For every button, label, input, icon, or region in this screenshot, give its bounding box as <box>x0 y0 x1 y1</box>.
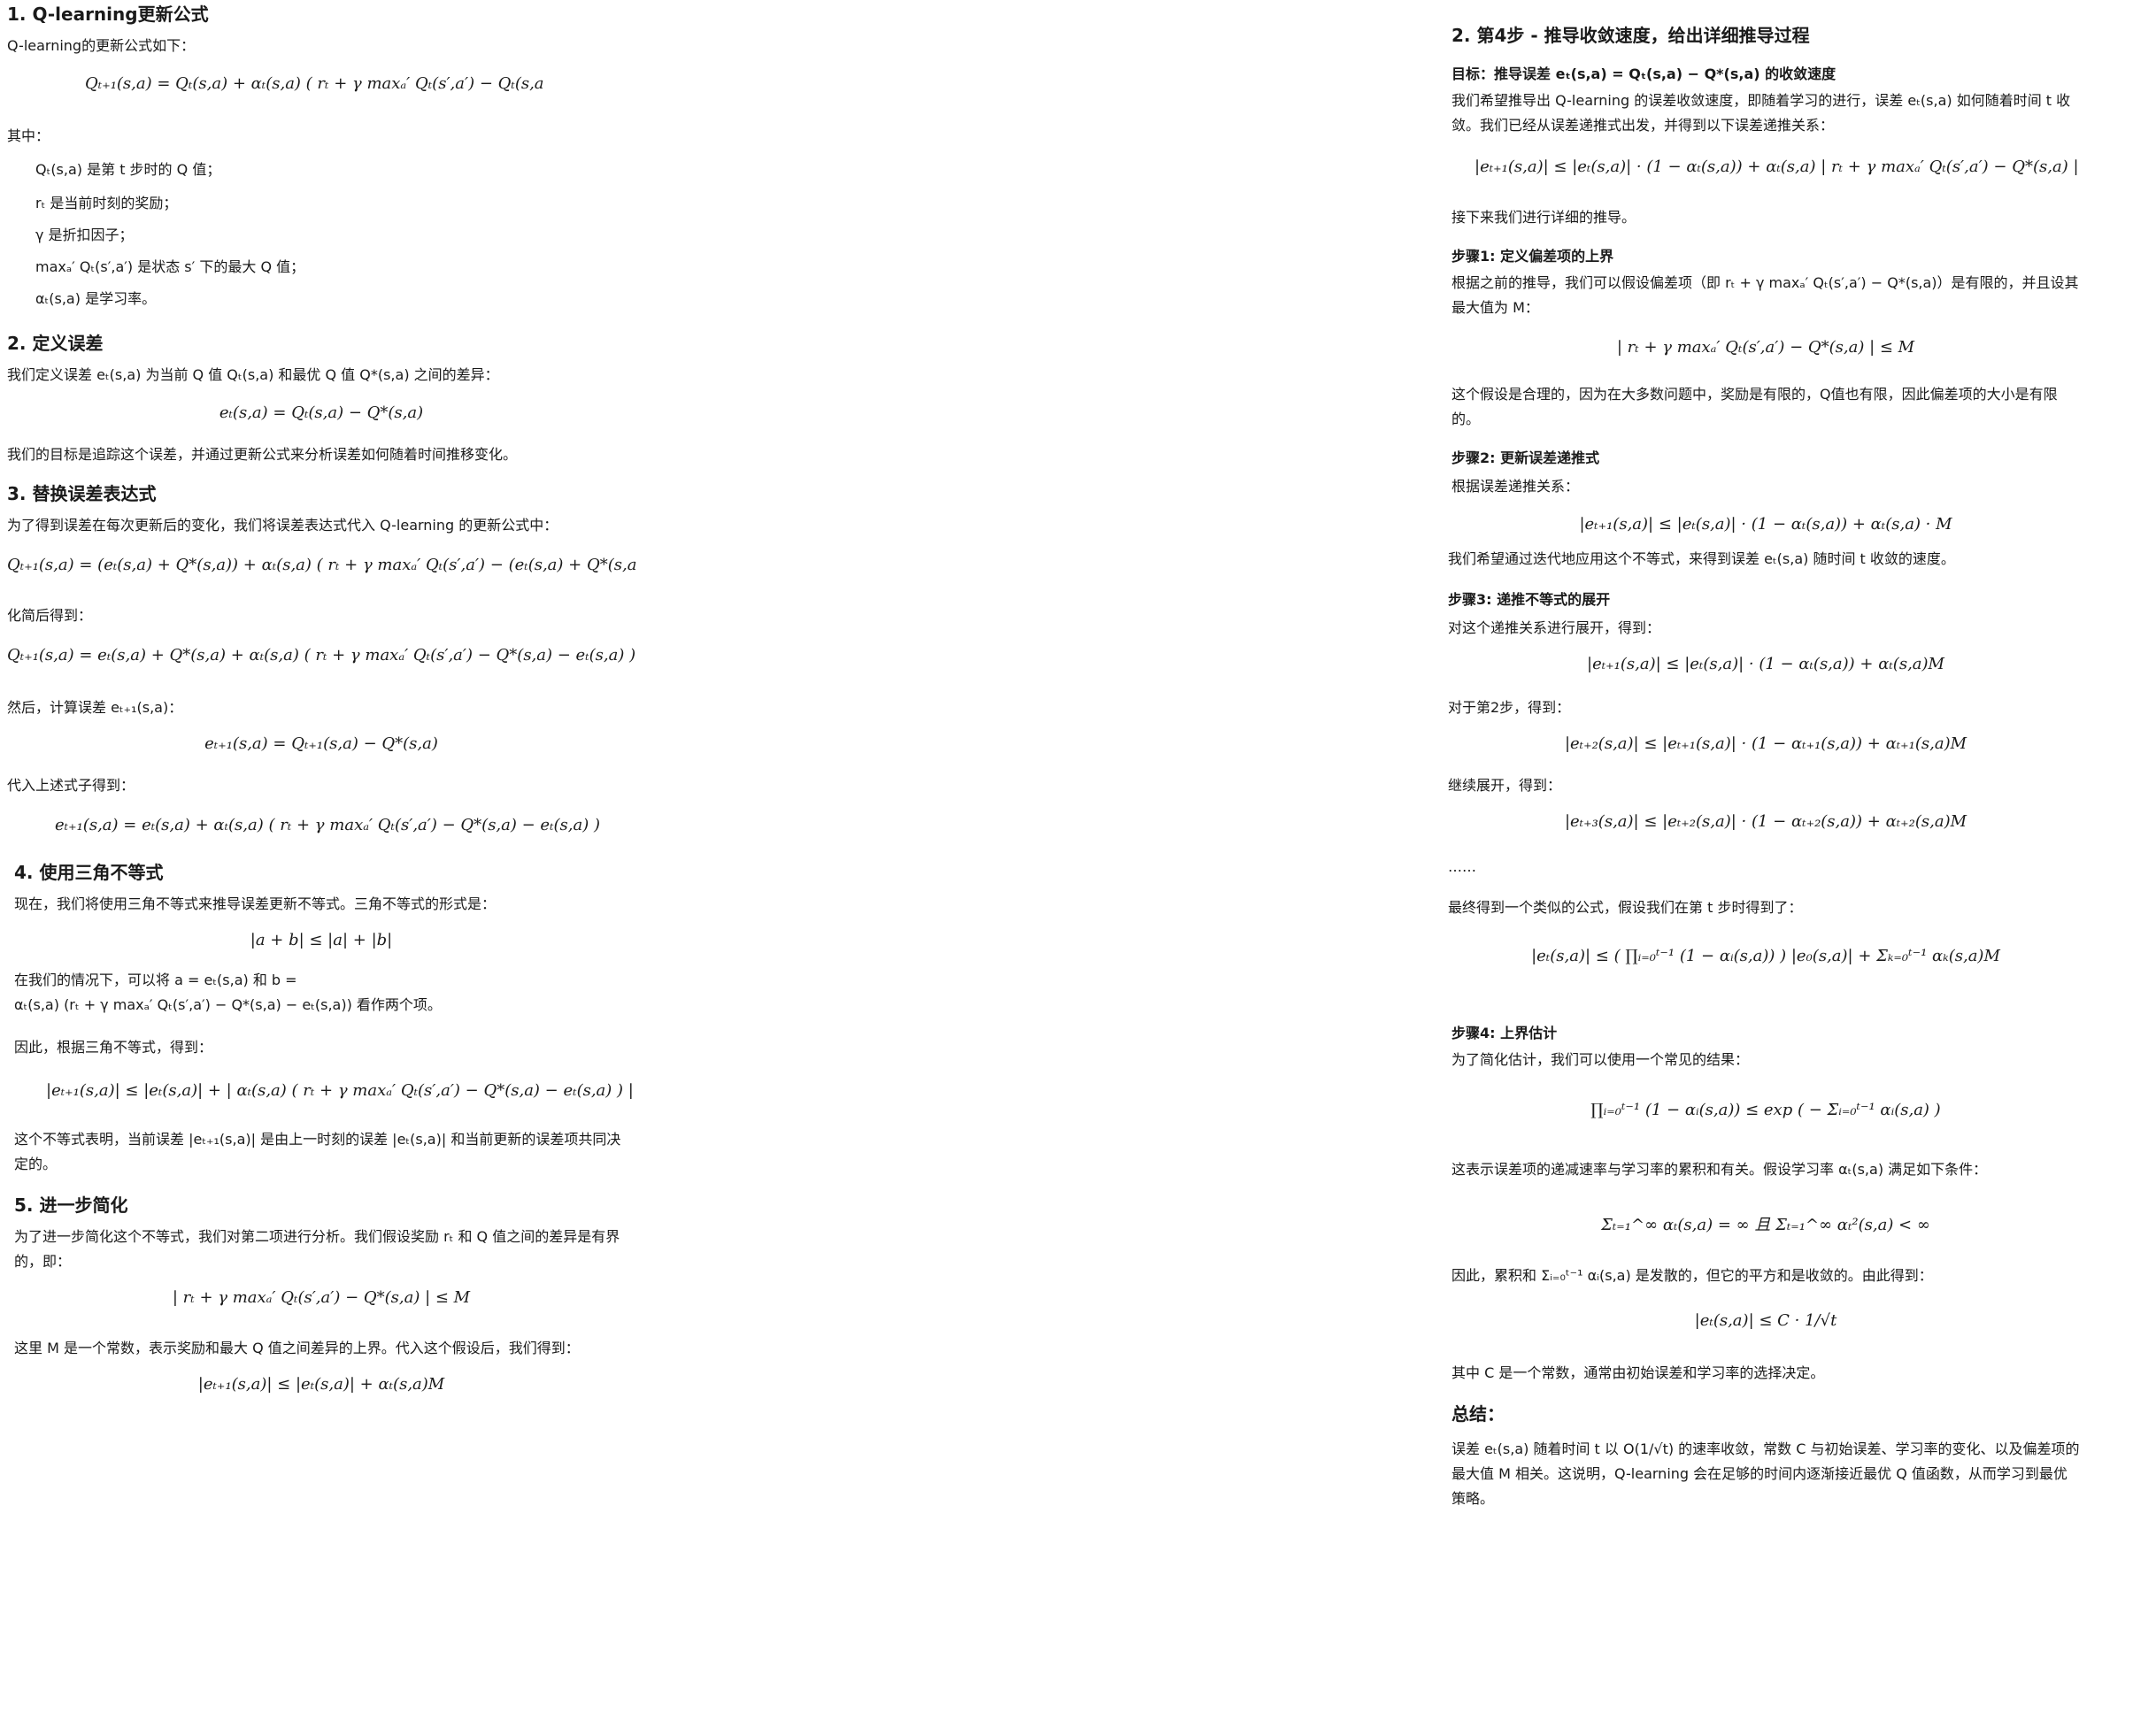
definition-item: rₜ 是当前时刻的奖励； <box>35 195 178 211</box>
step-2-title: 步骤2: 更新误差递推式 <box>1451 449 1600 466</box>
step-3-text: 对这个递推关系进行展开，得到： <box>1448 619 1661 636</box>
goal-line: 目标：推导误差 eₜ(s,a) = Qₜ(s,a) − Q*(s,a) 的收敛速… <box>1451 65 1836 82</box>
section-4-text2b: αₜ(s,a) (rₜ + γ maxₐ′ Qₜ(s′,a′) − Q*(s,a… <box>14 996 442 1013</box>
section-2-title: 2. 定义误差 <box>7 333 104 354</box>
section-5-text: 为了进一步简化这个不等式，我们对第二项进行分析。我们假设奖励 rₜ 和 Q 值之… <box>14 1228 620 1270</box>
definition-item: Qₜ(s,a) 是第 t 步时的 Q 值； <box>35 161 221 178</box>
step-1-title: 步骤1: 定义偏差项的上界 <box>1451 248 1614 265</box>
step-2-text: 根据误差递推关系： <box>1451 478 1580 495</box>
step-3-text2: 对于第2步，得到： <box>1448 699 1571 716</box>
step-4-title: 步骤4: 上界估计 <box>1451 1025 1558 1041</box>
step-1-text2: 这个假设是合理的，因为在大多数问题中，奖励是有限的，Q值也有限，因此偏差项的大小… <box>1451 386 2058 427</box>
section-5-text2: 这里 M 是一个常数，表示奖励和最大 Q 值之间差异的上界。代入这个假设后，我们… <box>14 1340 580 1356</box>
section-4-title: 4. 使用三角不等式 <box>14 862 164 883</box>
section-3-text2: 化简后得到： <box>7 607 93 624</box>
expansion-formula-2: |eₜ₊₂(s,a)| ≤ |eₜ₊₁(s,a)| · (1 − αₜ₊₁(s,… <box>1564 734 1967 753</box>
general-bound-formula: |eₜ(s,a)| ≤ ( ∏ᵢ₌₀ᵗ⁻¹ (1 − αᵢ(s,a)) ) |e… <box>1531 947 2000 965</box>
section-2-text: 我们定义误差 eₜ(s,a) 为当前 Q 值 Qₜ(s,a) 和最优 Q 值 Q… <box>7 366 499 383</box>
error-recursion-formula: eₜ₊₁(s,a) = eₜ(s,a) + αₜ(s,a) ( rₜ + γ m… <box>55 816 600 834</box>
section-1-title: 1. Q-learning更新公式 <box>7 4 209 25</box>
section-3-text3: 然后，计算误差 eₜ₊₁(s,a)： <box>7 699 183 716</box>
convergence-title: 2. 第4步 - 推导收敛速度，给出详细推导过程 <box>1451 25 1810 46</box>
simplified-inequality-formula: |eₜ₊₁(s,a)| ≤ |eₜ(s,a)| + αₜ(s,a)M <box>197 1375 445 1394</box>
section-3-text4: 代入上述式子得到： <box>7 777 135 794</box>
section-3-text: 为了得到误差在每次更新后的变化，我们将误差表达式代入 Q-learning 的更… <box>7 517 558 534</box>
step-4-text: 为了简化估计，我们可以使用一个常见的结果： <box>1451 1051 1750 1068</box>
step-2-text2: 我们希望通过迭代地应用这个不等式，来得到误差 eₜ(s,a) 随时间 t 收敛的… <box>1448 550 1955 567</box>
triangle-applied-formula: |eₜ₊₁(s,a)| ≤ |eₜ(s,a)| + | αₜ(s,a) ( rₜ… <box>46 1081 634 1100</box>
step-4-text2: 这表示误差项的递减速率与学习率的累积和有关。假设学习率 αₜ(s,a) 满足如下… <box>1451 1161 1988 1178</box>
product-exp-bound-formula: ∏ᵢ₌₀ᵗ⁻¹ (1 − αᵢ(s,a)) ≤ exp ( − Σᵢ₌₀ᵗ⁻¹ … <box>1590 1101 1941 1119</box>
where-label: 其中： <box>7 127 50 144</box>
section-2-text2: 我们的目标是追踪这个误差，并通过更新公式来分析误差如何随着时间推移变化。 <box>7 446 518 463</box>
section-3-title: 3. 替换误差表达式 <box>7 483 157 504</box>
section-4-text4: 这个不等式表明，当前误差 |eₜ₊₁(s,a)| 是由上一时刻的误差 |eₜ(s… <box>14 1131 621 1172</box>
next-error-formula: eₜ₊₁(s,a) = Qₜ₊₁(s,a) − Q*(s,a) <box>204 734 438 753</box>
summary-title: 总结： <box>1451 1403 1505 1425</box>
definition-item: αₜ(s,a) 是学习率。 <box>35 290 157 307</box>
recursion-inequality-formula: |eₜ₊₁(s,a)| ≤ |eₜ(s,a)| · (1 − αₜ(s,a)) … <box>1475 157 2079 176</box>
qlearning-update-formula: Qₜ₊₁(s,a) = Qₜ(s,a) + αₜ(s,a) ( rₜ + γ m… <box>85 74 544 93</box>
step-3-title: 步骤3: 递推不等式的展开 <box>1448 591 1611 608</box>
summary-text: 误差 eₜ(s,a) 随着时间 t 以 O(1/√t) 的速率收敛，常数 C 与… <box>1451 1440 2080 1507</box>
step-4-text3: 因此，累积和 Σᵢ₌₀ᵗ⁻¹ αᵢ(s,a) 是发散的，但它的平方和是收敛的。由… <box>1451 1267 1933 1284</box>
expansion-formula-3: |eₜ₊₃(s,a)| ≤ |eₜ₊₂(s,a)| · (1 − αₜ₊₂(s,… <box>1564 812 1967 831</box>
section-1-intro: Q-learning的更新公式如下： <box>7 37 196 54</box>
step-3-text4: 最终得到一个类似的公式，假设我们在第 t 步时得到了： <box>1448 899 1803 916</box>
learning-rate-conditions-formula: Σₜ₌₁^∞ αₜ(s,a) = ∞ 且 Σₜ₌₁^∞ αₜ²(s,a) < ∞ <box>1601 1216 1930 1234</box>
step-4-text4: 其中 C 是一个常数，通常由初始误差和学习率的选择决定。 <box>1451 1364 1825 1381</box>
ellipsis: …… <box>1448 858 1476 875</box>
bound-assumption-formula: | rₜ + γ maxₐ′ Qₜ(s′,a′) − Q*(s,a) | ≤ M <box>172 1288 471 1307</box>
definition-item: maxₐ′ Qₜ(s′,a′) 是状态 s′ 下的最大 Q 值； <box>35 258 305 275</box>
triangle-inequality-formula: |a + b| ≤ |a| + |b| <box>250 931 393 949</box>
step-3-text3: 继续展开，得到： <box>1448 777 1562 794</box>
section-4-text2a: 在我们的情况下，可以将 a = eₜ(s,a) 和 b = <box>14 972 297 988</box>
bias-bound-formula: | rₜ + γ maxₐ′ Qₜ(s′,a′) − Q*(s,a) | ≤ M <box>1616 338 1915 357</box>
section-4-text3: 因此，根据三角不等式，得到： <box>14 1039 213 1056</box>
updated-recursion-formula: |eₜ₊₁(s,a)| ≤ |eₜ(s,a)| · (1 − αₜ(s,a)) … <box>1579 515 1952 534</box>
next-text: 接下来我们进行详细的推导。 <box>1451 209 1636 226</box>
expansion-formula-1: |eₜ₊₁(s,a)| ≤ |eₜ(s,a)| · (1 − αₜ(s,a)) … <box>1587 655 1944 673</box>
step-1-text: 根据之前的推导，我们可以假设偏差项（即 rₜ + γ maxₐ′ Qₜ(s′,a… <box>1451 274 2079 316</box>
section-5-title: 5. 进一步简化 <box>14 1194 128 1216</box>
definition-item: γ 是折扣因子； <box>35 227 134 243</box>
substitution-formula: Qₜ₊₁(s,a) = (eₜ(s,a) + Q*(s,a)) + αₜ(s,a… <box>7 556 637 574</box>
intro-text: 我们希望推导出 Q-learning 的误差收敛速度，即随着学习的进行，误差 e… <box>1451 92 2071 134</box>
simplified-formula: Qₜ₊₁(s,a) = eₜ(s,a) + Q*(s,a) + αₜ(s,a) … <box>7 646 636 664</box>
section-4-text: 现在，我们将使用三角不等式来推导误差更新不等式。三角不等式的形式是： <box>14 895 497 912</box>
error-definition-formula: eₜ(s,a) = Qₜ(s,a) − Q*(s,a) <box>219 403 424 422</box>
convergence-rate-formula: |eₜ(s,a)| ≤ C · 1/√t <box>1694 1311 1837 1330</box>
